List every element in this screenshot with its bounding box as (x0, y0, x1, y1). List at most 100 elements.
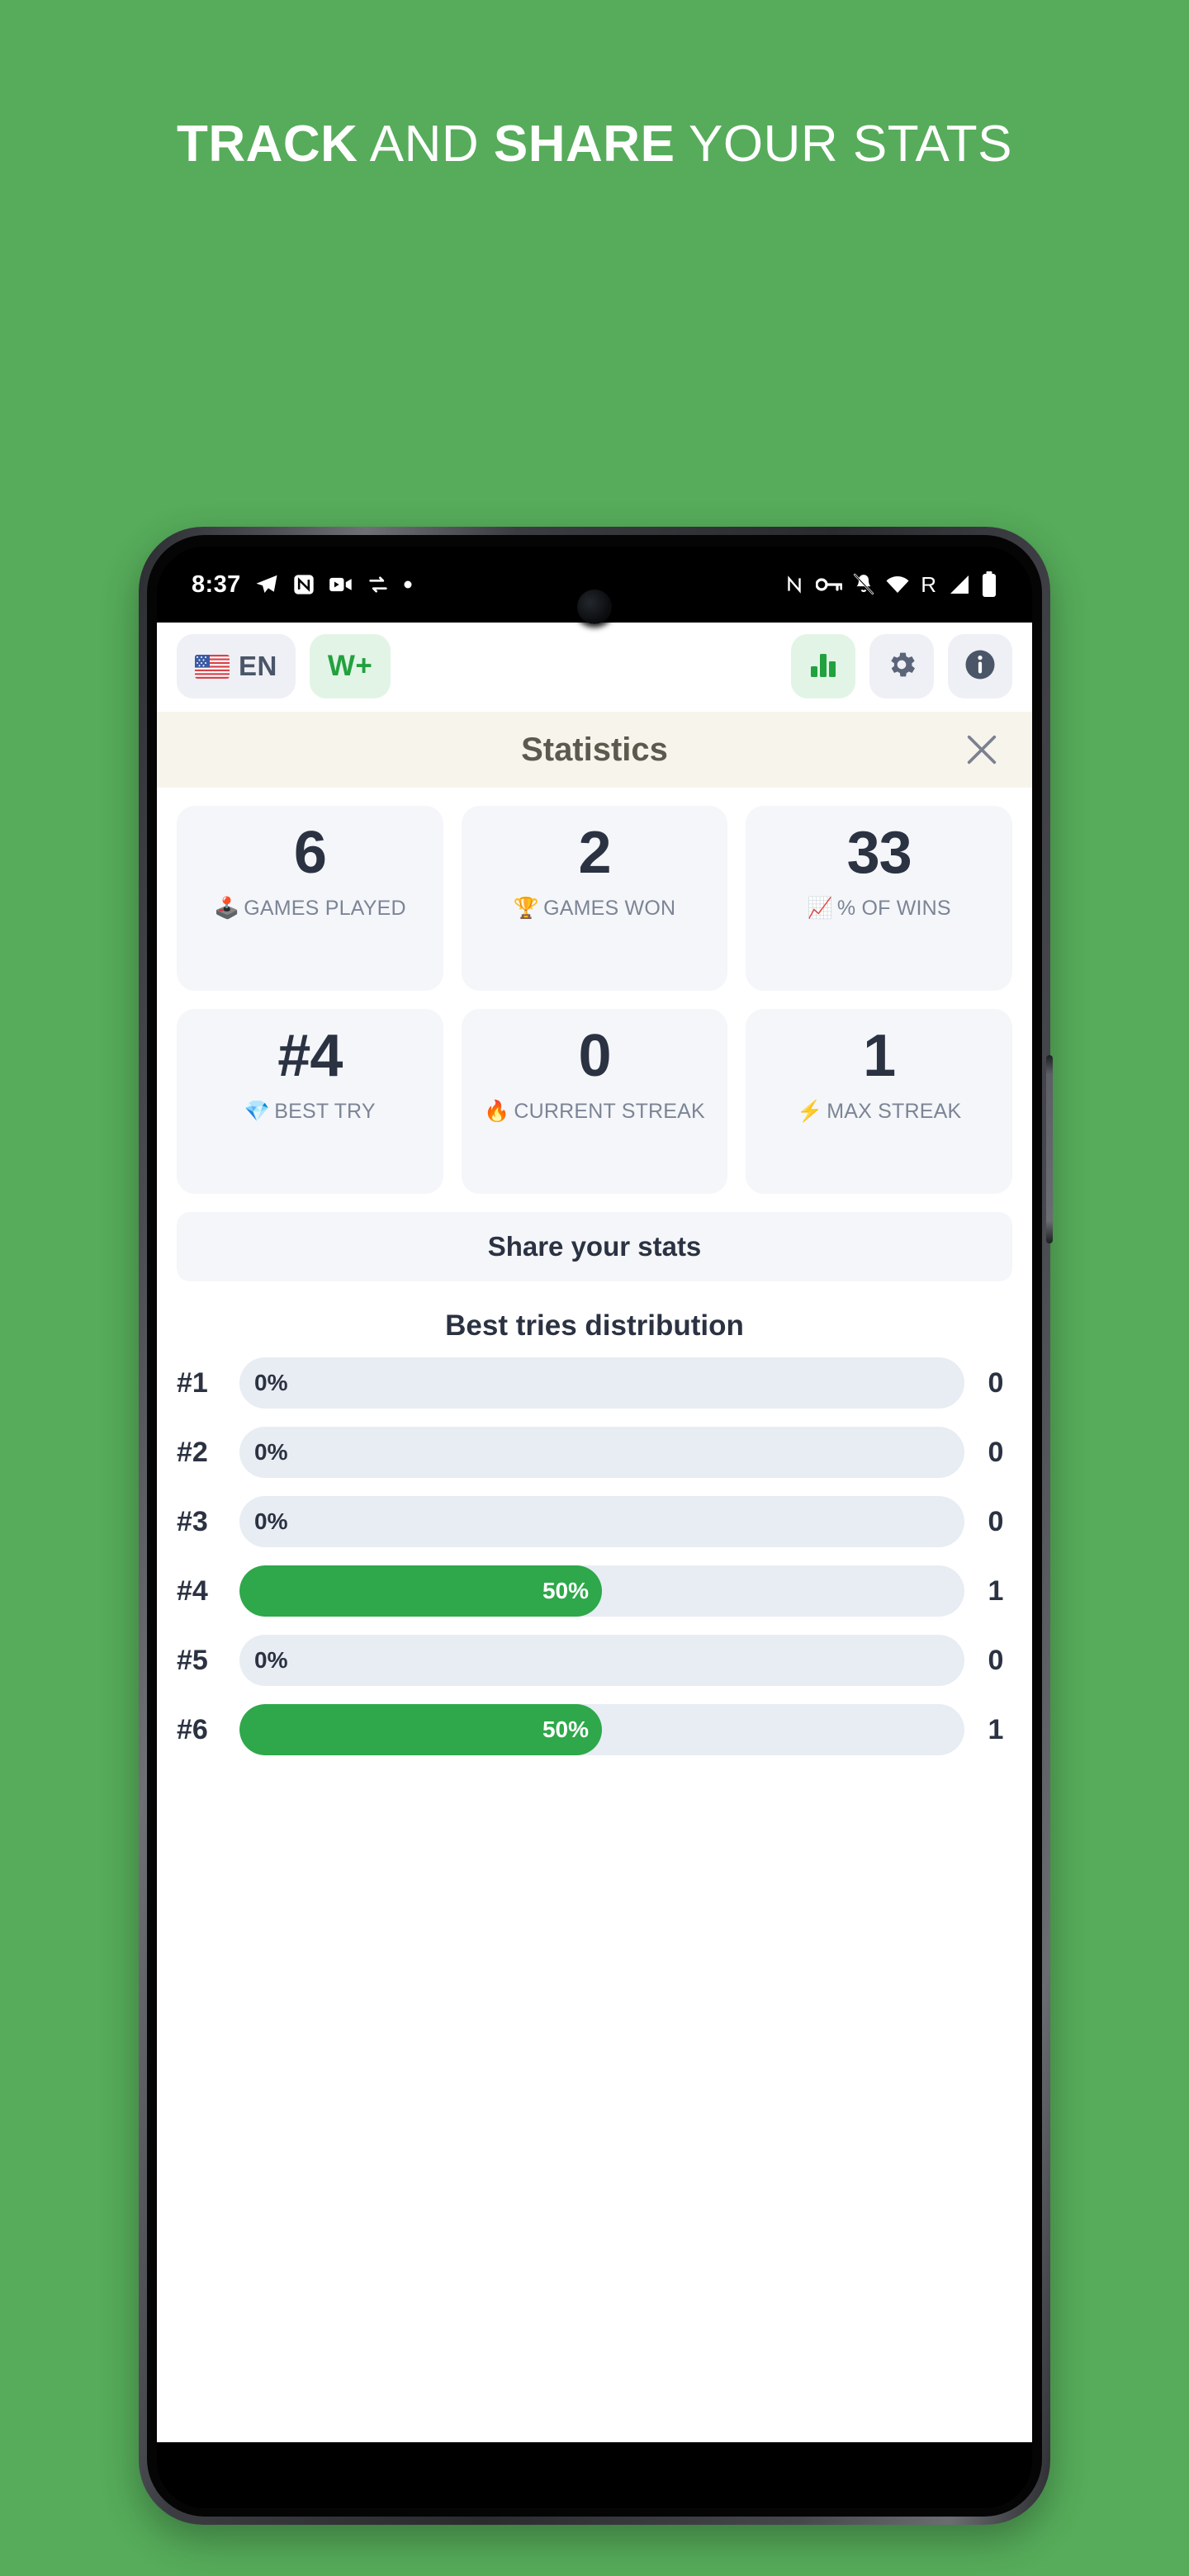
distribution-track: 0% (239, 1357, 964, 1409)
promo-headline: TRACK AND SHARE YOUR STATS (0, 116, 1189, 173)
stat-label: 💎 BEST TRY (239, 1098, 381, 1125)
distribution-fill: 50% (239, 1565, 602, 1617)
share-stats-button[interactable]: Share your stats (177, 1212, 1012, 1281)
nfc-icon (784, 574, 805, 595)
distribution-track: 50% (239, 1704, 964, 1755)
info-icon (963, 647, 997, 686)
distribution-rank: #2 (177, 1436, 208, 1468)
distribution-percent: 50% (542, 1717, 589, 1742)
phone-bezel: 8:37 R EN W+ Statistics 6 🕹️ GAMES PLAYE… (147, 535, 1042, 2517)
distribution-percent: 0% (254, 1370, 288, 1395)
app-header: EN W+ (157, 623, 1032, 712)
distribution-count: 1 (988, 1574, 1004, 1607)
stat-label-text: MAX STREAK (827, 1099, 962, 1123)
battery-icon (981, 571, 997, 598)
stat-label: ⚡ MAX STREAK (792, 1098, 966, 1125)
app-viewport: EN W+ Statistics 6 🕹️ GAMES PLAYED 2 🏆 G… (157, 623, 1032, 2442)
distribution-count: 0 (988, 1436, 1004, 1468)
distribution-row: #5 0% 0 (177, 1635, 1012, 1686)
stat-value: 2 (578, 820, 611, 886)
distribution-track: 0% (239, 1496, 964, 1547)
stat-card-games-won: 2 🏆 GAMES WON (461, 806, 728, 991)
distribution-track: 0% (239, 1635, 964, 1686)
stat-card-current-streak: 0 🔥 CURRENT STREAK (461, 1009, 728, 1194)
distribution-rank: #1 (177, 1366, 208, 1399)
distribution-rank: #4 (177, 1574, 208, 1607)
stat-label: 🏆 GAMES WON (509, 895, 680, 922)
distribution-track: 0% (239, 1427, 964, 1478)
wifi-icon (885, 575, 910, 594)
status-bar-right: R (784, 571, 997, 598)
distribution-row: #3 0% 0 (177, 1496, 1012, 1547)
distribution-count: 0 (988, 1505, 1004, 1537)
stats-card-row-2: #4 💎 BEST TRY 0 🔥 CURRENT STREAK 1 ⚡ MAX ST… (177, 1009, 1013, 1194)
mode-toggle-chip[interactable]: W+ (309, 634, 391, 698)
stat-card-best-try: #4 💎 BEST TRY (177, 1009, 443, 1194)
distribution-percent: 0% (254, 1647, 288, 1673)
joystick-icon: 🕹️ (213, 896, 240, 920)
headline-your-stats: YOUR STATS (675, 116, 1012, 173)
distribution-percent: 0% (254, 1508, 288, 1534)
status-bar: 8:37 R (157, 547, 1032, 624)
distribution-percent: 50% (542, 1578, 589, 1603)
video-recording-icon (329, 574, 353, 595)
stat-label-text: BEST TRY (274, 1099, 376, 1123)
gem-icon: 💎 (244, 1099, 271, 1123)
info-button[interactable] (948, 634, 1012, 698)
distribution-rank: #3 (177, 1505, 208, 1537)
telegram-icon (254, 572, 279, 597)
front-camera-icon (577, 590, 612, 624)
distribution-rank: #6 (177, 1713, 208, 1745)
phone-mockup: 8:37 R EN W+ Statistics 6 🕹️ GAMES PLAYE… (139, 527, 1053, 2525)
status-bar-left: 8:37 (192, 571, 413, 599)
distribution-chart: #1 0% 0 #2 0% 0 #3 0% 0 #4 50% 1 #5 0% 0… (177, 1357, 1012, 1755)
stat-label: 📈% OF WINS (803, 895, 956, 922)
language-label: EN (239, 651, 277, 681)
stat-card-percent-wins: 33 📈% OF WINS (746, 806, 1013, 991)
close-icon[interactable] (961, 729, 1002, 770)
us-flag-icon (195, 654, 230, 679)
stat-value: 0 (578, 1023, 611, 1089)
vpn-key-icon (816, 575, 843, 594)
distribution-rank: #5 (177, 1644, 208, 1676)
lightning-icon: ⚡ (796, 1099, 823, 1123)
stat-card-games-played: 6 🕹️ GAMES PLAYED (177, 806, 443, 991)
stat-label: 🕹️ GAMES PLAYED (209, 895, 411, 922)
status-bar-clock: 8:37 (192, 571, 241, 598)
stat-label-text: CURRENT STREAK (514, 1099, 705, 1123)
sync-icon (367, 573, 390, 596)
nfc-badge-icon (292, 573, 315, 596)
dot-icon (403, 580, 413, 590)
headline-track: TRACK (176, 116, 358, 173)
roaming-r-icon: R (921, 571, 936, 597)
app-header-right (791, 634, 1012, 698)
silent-bell-icon (853, 573, 874, 596)
headline-and: AND (358, 116, 494, 173)
distribution-count: 0 (988, 1366, 1004, 1399)
chart-increasing-icon: 📈 (807, 896, 833, 920)
stat-value: 6 (293, 820, 327, 886)
settings-button[interactable] (869, 634, 934, 698)
stats-button[interactable] (791, 634, 855, 698)
distribution-track: 50% (239, 1565, 964, 1617)
fire-icon: 🔥 (484, 1099, 510, 1123)
app-header-left: EN W+ (177, 634, 391, 698)
distribution-title: Best tries distribution (445, 1309, 744, 1342)
distribution-row: #2 0% 0 (177, 1427, 1012, 1478)
mode-label: W+ (327, 650, 373, 682)
headline-share: SHARE (493, 116, 675, 173)
page-title: Statistics (521, 731, 668, 768)
statistics-content: 6 🕹️ GAMES PLAYED 2 🏆 GAMES WON 33 📈% OF W… (157, 788, 1032, 2442)
statistics-title-bar: Statistics (157, 712, 1032, 788)
distribution-percent: 0% (254, 1439, 288, 1465)
stat-label-text: % OF WINS (836, 896, 951, 920)
phone-screen: 8:37 R EN W+ Statistics 6 🕹️ GAMES PLAYE… (157, 547, 1032, 2508)
distribution-row: #1 0% 0 (177, 1357, 1012, 1409)
stat-value: 33 (846, 820, 912, 886)
screen-bottom-chin (157, 2442, 1032, 2508)
phone-side-button[interactable] (1046, 1055, 1053, 1243)
language-selector-chip[interactable]: EN (177, 634, 296, 698)
stat-value: 1 (863, 1023, 896, 1089)
stat-label-text: GAMES WON (543, 896, 676, 920)
stat-value: #4 (277, 1023, 343, 1089)
